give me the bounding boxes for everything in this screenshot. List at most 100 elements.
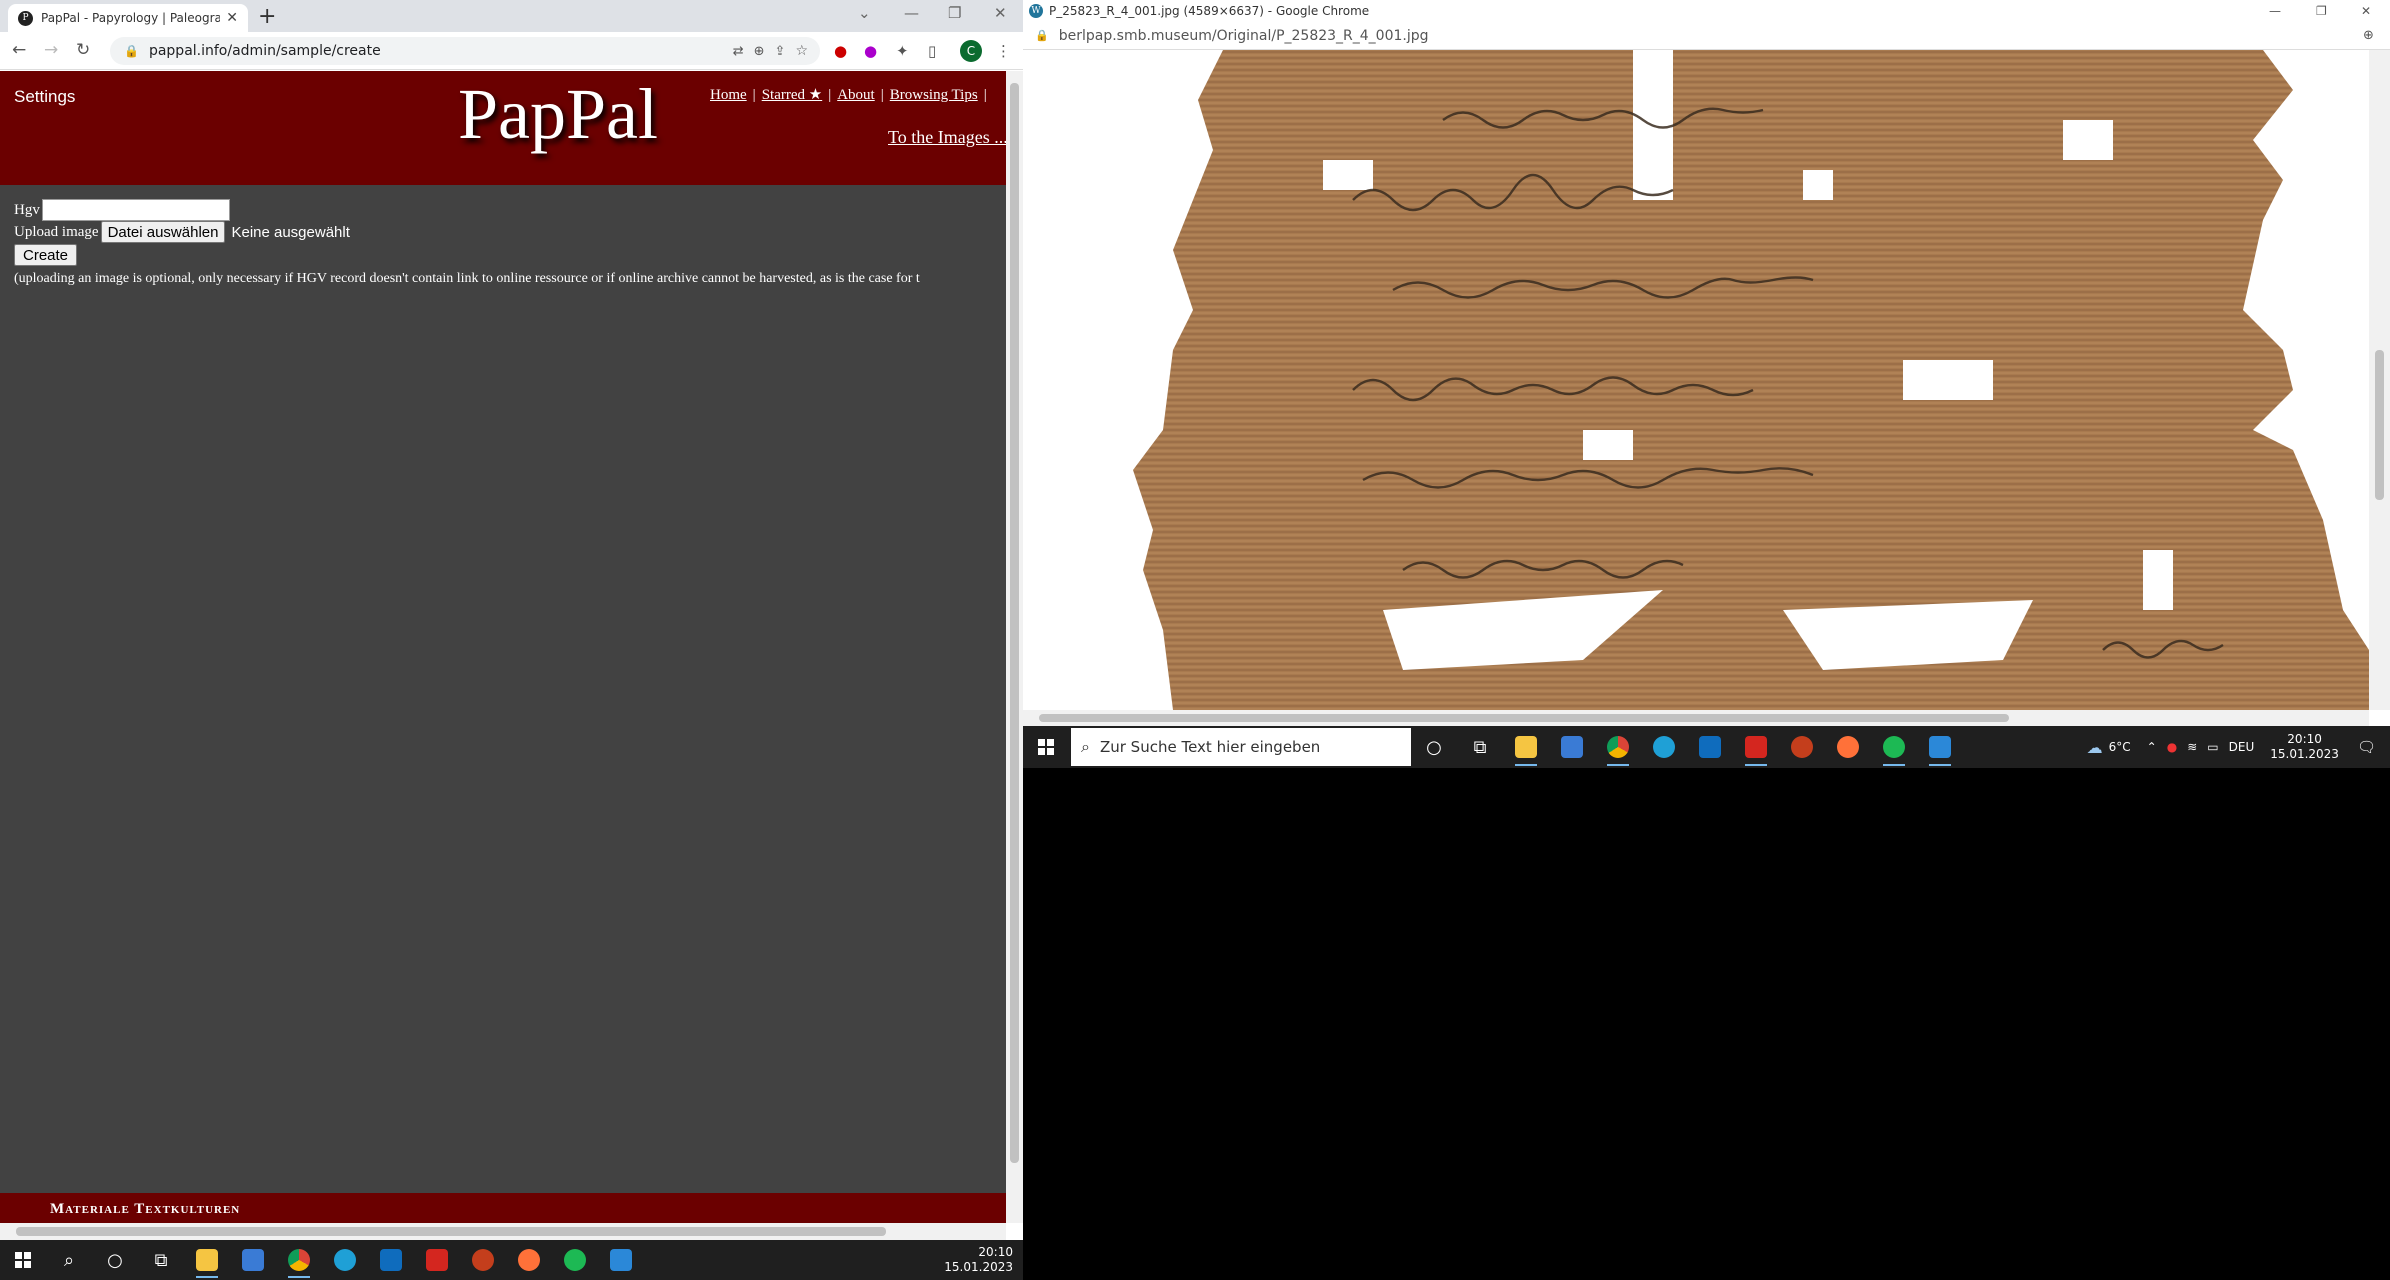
spotify-icon[interactable]: [1871, 726, 1917, 768]
wifi-icon[interactable]: ≋: [2187, 740, 2197, 754]
nav-starred[interactable]: Starred ★: [762, 87, 823, 103]
extension-red-icon[interactable]: ●: [834, 42, 847, 60]
bookmark-star-icon[interactable]: ☆: [795, 43, 808, 59]
file-explorer-icon[interactable]: [1503, 726, 1549, 768]
right-title-bar: W P_25823_R_4_001.jpg (4589×6637) - Goog…: [1023, 0, 2390, 22]
right-zoom-icon[interactable]: ⊕: [2363, 28, 2374, 43]
omnibox-bar: ← → ↻ 🔒 pappal.info/admin/sample/create …: [0, 32, 1023, 70]
battery-icon[interactable]: ▭: [2207, 740, 2218, 754]
right-window-title: P_25823_R_4_001.jpg (4589×6637) - Google…: [1049, 4, 1370, 18]
store-icon-primary[interactable]: [230, 1240, 276, 1280]
edge-icon[interactable]: [1641, 726, 1687, 768]
extensions-puzzle-icon[interactable]: ✦: [896, 42, 909, 60]
powerpoint-icon-primary[interactable]: [460, 1240, 506, 1280]
right-restore-icon[interactable]: ❐: [2316, 4, 2327, 18]
menu-dots-icon[interactable]: ⋮: [996, 42, 1011, 60]
language-indicator[interactable]: DEU: [2229, 740, 2255, 754]
cortana-icon-primary[interactable]: ○: [92, 1240, 138, 1280]
task-view-icon-primary[interactable]: ⧉: [138, 1240, 184, 1280]
right-url-text: berlpap.smb.museum/Original/P_25823_R_4_…: [1058, 27, 1429, 44]
hgv-input[interactable]: [41, 199, 230, 221]
zoom-icon[interactable]: ⊕: [754, 44, 765, 59]
right-minimize-icon[interactable]: —: [2269, 4, 2281, 18]
chrome-icon[interactable]: [1595, 726, 1641, 768]
profile-avatar[interactable]: C: [960, 40, 982, 62]
clock-date-primary: 15.01.2023: [944, 1260, 1013, 1274]
taskbar-primary: ⌕ ○ ⧉ 20:10 15.01.2023: [0, 1240, 1023, 1280]
photos-icon-primary[interactable]: [598, 1240, 644, 1280]
tray-app-icon[interactable]: ●: [2167, 740, 2177, 754]
pappal-footer: Materiale Textkulturen: [0, 1193, 1006, 1223]
taskbar-secondary: ⌕ Zur Suche Text hier eingeben ○ ⧉ ☁ 6°C…: [1023, 726, 2390, 768]
search-icon-primary[interactable]: ⌕: [46, 1240, 92, 1280]
firefox-icon[interactable]: [1825, 726, 1871, 768]
pappal-favicon-icon: P: [18, 10, 33, 26]
edge-icon-primary[interactable]: [322, 1240, 368, 1280]
firefox-icon-primary[interactable]: [506, 1240, 552, 1280]
chrome-icon-primary[interactable]: [276, 1240, 322, 1280]
acrobat-icon[interactable]: [1733, 726, 1779, 768]
acrobat-icon-primary[interactable]: [414, 1240, 460, 1280]
translate-icon[interactable]: ⇄: [733, 44, 744, 59]
close-tab-icon[interactable]: ✕: [226, 10, 238, 26]
horizontal-scrollbar[interactable]: [0, 1223, 1006, 1240]
weather-temp[interactable]: 6°C: [2109, 740, 2131, 754]
left-browser-window: P PapPal - Papyrology | Paleograph ✕ + ⌄…: [0, 0, 1023, 1240]
nav-browsing-tips[interactable]: Browsing Tips: [890, 87, 978, 103]
right-horizontal-scrollbar[interactable]: [1023, 710, 2369, 726]
file-explorer-icon-primary[interactable]: [184, 1240, 230, 1280]
side-panel-icon[interactable]: ▯: [928, 42, 936, 60]
photos-icon[interactable]: [1917, 726, 1963, 768]
share-icon[interactable]: ⇪: [775, 44, 786, 59]
mail-icon[interactable]: [1687, 726, 1733, 768]
nav-home[interactable]: Home: [710, 87, 747, 103]
minimize-icon[interactable]: —: [904, 4, 919, 22]
create-button[interactable]: Create: [14, 244, 78, 266]
search-icon: ⌕: [1081, 737, 1090, 756]
upload-image-label: Upload image: [14, 223, 99, 240]
papyrus-image[interactable]: [1023, 50, 2369, 710]
tab-search-icon[interactable]: ⌄: [858, 4, 871, 22]
tab-pappal[interactable]: P PapPal - Papyrology | Paleograph ✕: [8, 4, 248, 32]
right-browser-window: W P_25823_R_4_001.jpg (4589×6637) - Goog…: [1023, 0, 2390, 726]
wordpress-favicon-icon: W: [1029, 4, 1043, 18]
choose-file-button[interactable]: Datei auswählen: [100, 221, 226, 243]
start-button[interactable]: [1023, 726, 1069, 768]
nav-about[interactable]: About: [837, 87, 875, 103]
clock-time: 20:10: [2287, 732, 2322, 746]
taskbar-clock[interactable]: 20:10 15.01.2023: [2260, 732, 2349, 762]
extension-purple-icon[interactable]: ●: [864, 42, 877, 60]
settings-link[interactable]: Settings: [14, 87, 75, 107]
right-close-icon[interactable]: ✕: [2361, 4, 2371, 18]
task-view-icon[interactable]: ⧉: [1457, 726, 1503, 768]
forward-icon[interactable]: →: [44, 40, 58, 60]
lock-icon: 🔒: [124, 44, 139, 58]
taskbar-search[interactable]: ⌕ Zur Suche Text hier eingeben: [1071, 728, 1411, 766]
right-vertical-scrollbar[interactable]: [2369, 50, 2390, 710]
spotify-icon-primary[interactable]: [552, 1240, 598, 1280]
mail-icon-primary[interactable]: [368, 1240, 414, 1280]
taskbar-clock-primary[interactable]: 20:10 15.01.2023: [934, 1245, 1023, 1275]
new-tab-icon[interactable]: +: [258, 4, 276, 29]
vertical-scrollbar[interactable]: [1006, 71, 1023, 1223]
address-bar[interactable]: 🔒 pappal.info/admin/sample/create ⇄ ⊕ ⇪ …: [110, 37, 820, 65]
close-window-icon[interactable]: ✕: [994, 4, 1007, 22]
tray-chevron-icon[interactable]: ⌃: [2147, 740, 2157, 754]
to-the-images-link[interactable]: To the Images ...: [888, 127, 1006, 148]
system-tray: ☁ 6°C ⌃ ● ≋ ▭ DEU 20:10 15.01.2023 🗨: [2087, 726, 2390, 768]
notification-icon[interactable]: 🗨: [2357, 738, 2376, 756]
clock-time-primary: 20:10: [978, 1245, 1013, 1259]
powerpoint-icon[interactable]: [1779, 726, 1825, 768]
tab-title: PapPal - Papyrology | Paleograph: [41, 11, 221, 25]
pappal-page: Settings PapPal Home | Starred ★ | About | Bro…: [0, 71, 1006, 1223]
reload-icon[interactable]: ↻: [76, 40, 90, 60]
back-icon[interactable]: ←: [12, 40, 26, 60]
upload-note: (uploading an image is optional, only ne…: [14, 271, 920, 286]
right-url-bar[interactable]: 🔒 berlpap.smb.museum/Original/P_25823_R_…: [1023, 22, 2390, 50]
tab-strip: P PapPal - Papyrology | Paleograph ✕ + ⌄…: [0, 0, 1023, 32]
start-button-primary[interactable]: [0, 1240, 46, 1280]
cortana-icon[interactable]: ○: [1411, 726, 1457, 768]
pappal-header: Settings PapPal Home | Starred ★ | About | Bro…: [0, 71, 1006, 185]
store-icon[interactable]: [1549, 726, 1595, 768]
restore-icon[interactable]: ❐: [948, 4, 961, 22]
